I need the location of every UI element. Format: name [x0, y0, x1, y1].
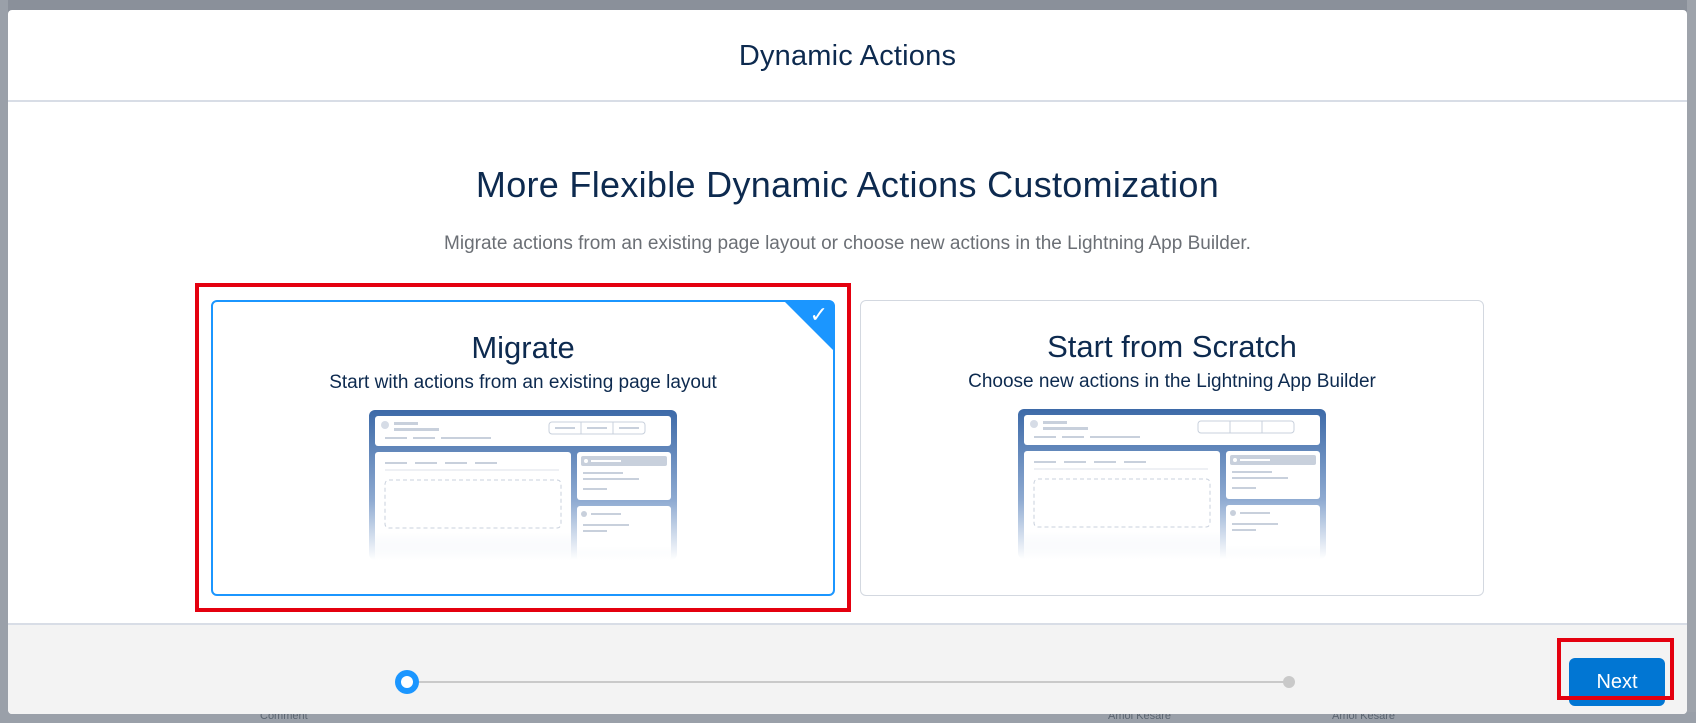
option-description: Choose new actions in the Lightning App … [968, 371, 1376, 392]
dynamic-actions-modal: Dynamic Actions More Flexible Dynamic Ac… [8, 10, 1687, 714]
next-button[interactable]: Next [1569, 658, 1665, 706]
background-left-edge [0, 0, 8, 723]
modal-footer: Next [8, 623, 1687, 714]
progress-step-next[interactable] [1283, 676, 1295, 688]
page-headline: More Flexible Dynamic Actions Customizat… [475, 164, 1220, 205]
modal-title: Dynamic Actions [738, 39, 957, 72]
option-title: Start from Scratch [1047, 329, 1297, 364]
progress-track [418, 681, 1288, 683]
page-subtitle: Migrate actions from an existing page la… [444, 233, 1251, 254]
modal-content: More Flexible Dynamic Actions Customizat… [8, 102, 1687, 622]
progress-step-current[interactable] [395, 670, 419, 694]
background-right-edge [1687, 0, 1696, 723]
page-layout-illustration-icon [369, 410, 677, 560]
page-layout-illustration-icon [1018, 409, 1326, 559]
option-title: Migrate [471, 330, 575, 365]
option-description: Start with actions from an existing page… [329, 372, 717, 393]
option-card-start-from-scratch[interactable]: Start from Scratch Choose new actions in… [860, 300, 1484, 596]
modal-header: Dynamic Actions [8, 10, 1687, 102]
option-card-migrate[interactable]: ✓ Migrate Start with actions from an exi… [211, 300, 835, 596]
